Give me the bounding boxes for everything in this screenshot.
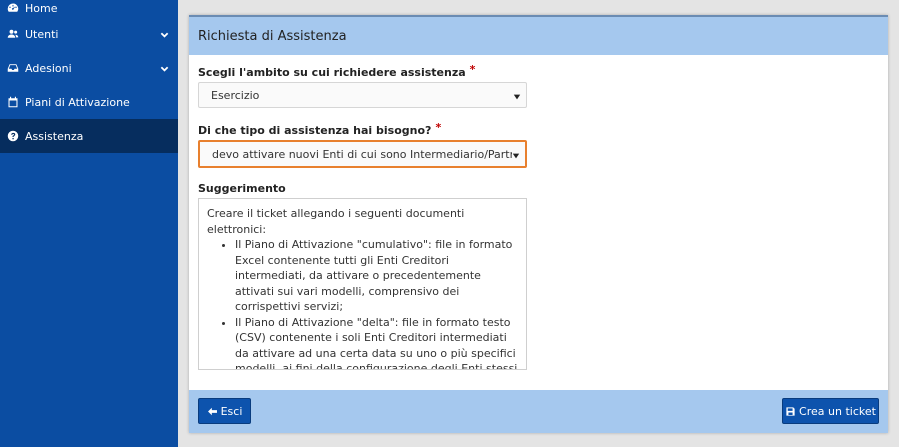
- caret-down-icon: [513, 91, 521, 100]
- chevron-down-icon: [160, 30, 169, 39]
- page-title: Richiesta di Assistenza: [198, 28, 347, 44]
- panel-footer: Esci Crea un ticket: [189, 390, 888, 433]
- sidebar-item-label: Piani di Attivazione: [25, 95, 130, 109]
- hint-list: Il Piano di Attivazione "cumulativo": fi…: [229, 237, 518, 370]
- required-marker: *: [469, 63, 476, 76]
- sidebar-item-assistenza[interactable]: Assistenza: [0, 119, 178, 153]
- calendar-icon: [7, 96, 19, 108]
- ambito-label: Scegli l'ambito su cui richiedere assist…: [198, 63, 476, 79]
- crea-ticket-button[interactable]: Crea un ticket: [782, 398, 879, 424]
- caret-down-icon: [512, 150, 520, 159]
- sidebar-item-adesioni[interactable]: Adesioni: [0, 51, 178, 85]
- tipo-label: Di che tipo di assistenza hai bisogno? *: [198, 121, 442, 137]
- users-icon: [7, 28, 19, 40]
- sidebar-item-utenti[interactable]: Utenti: [0, 17, 178, 51]
- support-request-panel: Richiesta di Assistenza Scegli l'ambito …: [189, 15, 888, 433]
- sidebar-item-label: Assistenza: [25, 129, 84, 143]
- tipo-select[interactable]: devo attivare nuovi Enti di cui sono Int…: [198, 140, 527, 168]
- panel-body: Scegli l'ambito su cui richiedere assist…: [189, 55, 888, 390]
- sidebar-item-label: Home: [25, 1, 58, 15]
- ambito-select[interactable]: Esercizio: [198, 82, 527, 108]
- hint-item: Il Piano di Attivazione "cumulativo": fi…: [235, 237, 518, 315]
- chevron-down-icon: [160, 64, 169, 73]
- dashboard-icon: [7, 2, 19, 14]
- panel-header: Richiesta di Assistenza: [189, 15, 888, 55]
- hint-box: Creare il ticket allegando i seguenti do…: [198, 198, 527, 370]
- esci-button[interactable]: Esci: [198, 398, 251, 424]
- sidebar-item-label: Utenti: [25, 27, 59, 41]
- question-circle-icon: [7, 130, 19, 142]
- hint-intro: Creare il ticket allegando i seguenti do…: [207, 207, 465, 236]
- sidebar-item-home[interactable]: Home: [0, 0, 178, 17]
- sidebar-item-piani[interactable]: Piani di Attivazione: [0, 85, 178, 119]
- arrow-left-icon: [207, 407, 217, 415]
- required-marker: *: [435, 121, 442, 134]
- inbox-icon: [7, 62, 19, 74]
- hint-label: Suggerimento: [198, 182, 286, 195]
- ambito-select-value: Esercizio: [211, 88, 260, 102]
- tipo-select-value: devo attivare nuovi Enti di cui sono Int…: [212, 147, 512, 161]
- sidebar: Home Utenti Adesioni Piani di Attivazion…: [0, 0, 178, 447]
- sidebar-item-label: Adesioni: [25, 61, 72, 75]
- hint-item: Il Piano di Attivazione "delta": file in…: [235, 315, 518, 370]
- save-icon: [786, 406, 795, 416]
